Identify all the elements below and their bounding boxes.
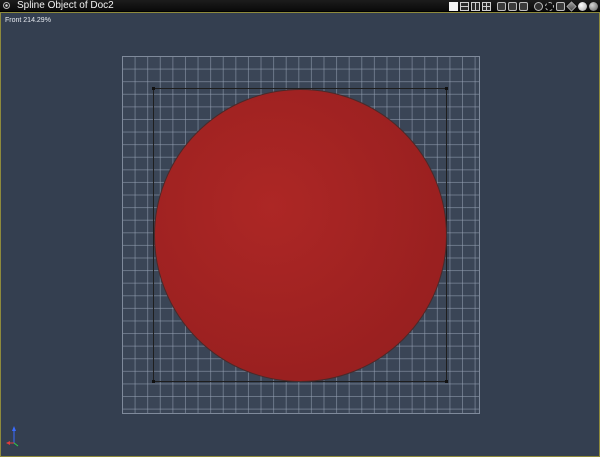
bbox-corner-br	[445, 380, 448, 383]
window-title: Spline Object of Doc2	[17, 0, 114, 11]
shading-gray-icon[interactable]	[589, 1, 598, 11]
bbox-corner-tl	[152, 87, 155, 90]
view-toolbar	[449, 0, 598, 12]
four-view-icon[interactable]	[482, 1, 491, 11]
camera-persp-icon[interactable]	[508, 1, 517, 11]
axis-gizmo-icon	[6, 426, 19, 447]
camera-top-icon[interactable]	[519, 1, 528, 11]
title-bar: Spline Object of Doc2	[0, 0, 600, 12]
move-icon[interactable]	[534, 1, 543, 11]
two-view-horizontal-icon[interactable]	[460, 1, 469, 11]
circle-spline-shape[interactable]	[154, 89, 447, 382]
single-view-icon[interactable]	[449, 1, 458, 11]
view-label: Front 214.29%	[5, 17, 51, 24]
close-icon[interactable]	[3, 2, 10, 9]
display-wire-icon[interactable]	[545, 1, 554, 11]
camera-ortho-icon[interactable]	[497, 1, 506, 11]
display-cube-icon[interactable]	[566, 0, 577, 12]
two-view-vertical-icon[interactable]	[471, 1, 480, 11]
bbox-corner-tr	[445, 87, 448, 90]
display-box-icon[interactable]	[556, 1, 565, 11]
shading-white-icon[interactable]	[578, 1, 587, 11]
bbox-corner-bl	[152, 380, 155, 383]
